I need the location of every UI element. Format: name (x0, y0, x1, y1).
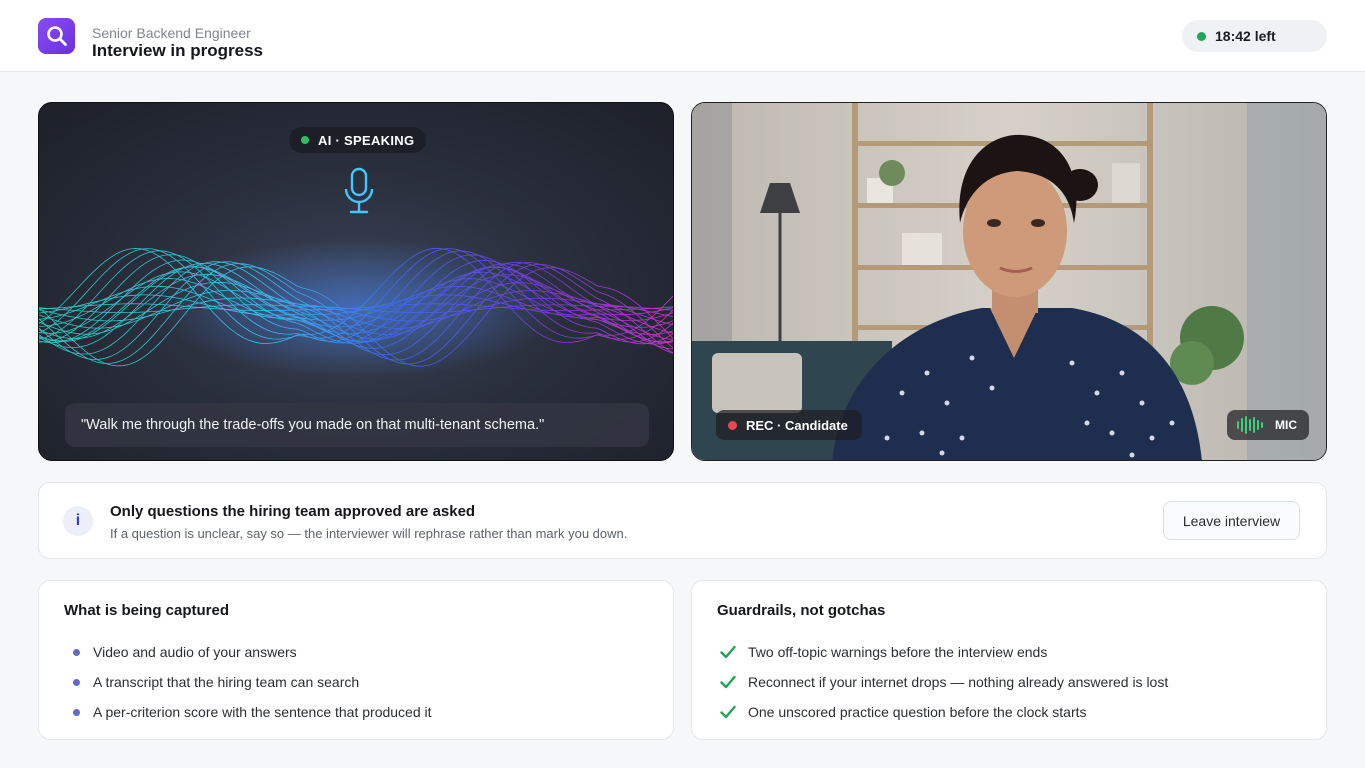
info-icon: i (63, 506, 93, 536)
ai-status-pill: AI · SPEAKING (289, 127, 427, 153)
notice-title: Only questions the hiring team approved … (110, 503, 476, 520)
candidate-video-panel: REC · Candidate MIC (691, 102, 1327, 461)
ai-status-label: AI · SPEAKING (318, 132, 415, 148)
list-item: A transcript that the hiring team can se… (64, 667, 432, 697)
list-item-text: A per-criterion score with the sentence … (93, 704, 432, 720)
time-remaining-text: 18:42 left (1215, 28, 1276, 44)
list-item: One unscored practice question before th… (717, 697, 1168, 727)
guardrails-list: Two off-topic warnings before the interv… (717, 637, 1168, 727)
bullet-icon (73, 648, 80, 656)
guardrails-title: Guardrails, not gotchas (717, 602, 886, 619)
captured-card: What is being captured Video and audio o… (38, 580, 674, 740)
captured-title: What is being captured (64, 602, 230, 619)
check-icon (720, 675, 742, 689)
job-title: Senior Backend Engineer (92, 25, 251, 41)
list-item-text: Video and audio of your answers (93, 644, 297, 660)
top-bar: Senior Backend Engineer Interview in pro… (0, 0, 1365, 72)
candidate-video-feed (692, 103, 1326, 460)
list-item-text: Reconnect if your internet drops — nothi… (748, 674, 1169, 690)
list-item-text: A transcript that the hiring team can se… (93, 674, 360, 690)
ai-interviewer-panel: AI · SPEAKING "Walk me through the trade… (38, 102, 674, 461)
list-item: Video and audio of your answers (64, 637, 432, 667)
page-title: Interview in progress (92, 41, 263, 60)
bullet-icon (73, 678, 80, 686)
recording-label: REC · Candidate (746, 417, 848, 433)
leave-interview-button[interactable]: Leave interview (1163, 501, 1300, 540)
app-logo (38, 18, 75, 54)
search-icon (46, 26, 67, 46)
captured-list: Video and audio of your answers A transc… (64, 637, 432, 727)
check-icon (720, 645, 742, 659)
recording-badge: REC · Candidate (716, 410, 862, 440)
list-item: A per-criterion score with the sentence … (64, 697, 432, 727)
microphone-icon (339, 167, 379, 219)
guardrails-card: Guardrails, not gotchas Two off-topic wa… (691, 580, 1327, 740)
mic-level-badge: MIC (1227, 410, 1309, 440)
bullet-icon (73, 708, 80, 716)
mic-label: MIC (1275, 418, 1297, 432)
voice-waveform (39, 238, 673, 378)
ai-question-caption: "Walk me through the trade-offs you made… (65, 403, 649, 447)
list-item-text: One unscored practice question before th… (748, 704, 1087, 720)
time-remaining-badge: 18:42 left (1182, 20, 1327, 52)
list-item: Reconnect if your internet drops — nothi… (717, 667, 1168, 697)
status-dot (1197, 31, 1206, 41)
check-icon (720, 705, 742, 719)
list-item: Two off-topic warnings before the interv… (717, 637, 1168, 667)
list-item-text: Two off-topic warnings before the interv… (748, 644, 1048, 660)
audio-level-icon (1237, 416, 1263, 434)
recording-dot (728, 420, 737, 430)
speaking-dot (301, 136, 309, 144)
notice-subtitle: If a question is unclear, say so — the i… (110, 526, 628, 541)
policy-notice: i Only questions the hiring team approve… (38, 482, 1327, 559)
